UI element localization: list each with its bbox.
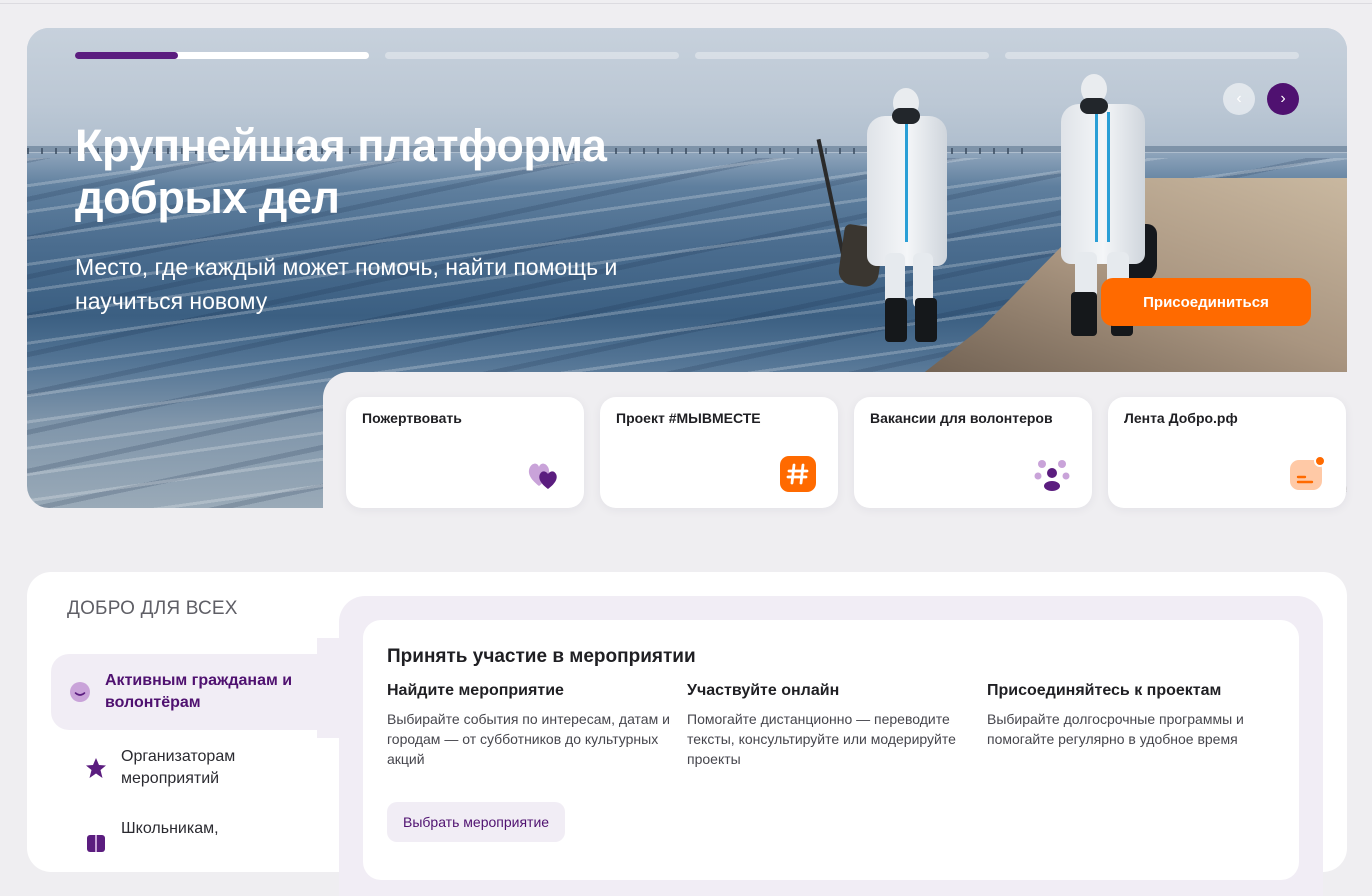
slide-progress-4[interactable] — [1005, 52, 1299, 59]
book-icon — [87, 835, 105, 852]
quick-link-feed[interactable]: Лента Добро.рф — [1108, 397, 1346, 508]
hero-title: Крупнейшая платформа добрых дел — [75, 120, 607, 223]
quick-link-vacancies[interactable]: Вакансии для волонтеров — [854, 397, 1092, 508]
sidebar-item-organizers[interactable]: Организаторам мероприятий — [51, 740, 337, 796]
quick-link-myvmeste[interactable]: Проект #МЫВМЕСТЕ — [600, 397, 838, 508]
quick-link-label: Лента Добро.рф — [1124, 410, 1238, 426]
feed-icon — [1290, 456, 1324, 490]
feature-text: Выбирайте события по интересам, датам и … — [387, 711, 670, 767]
feature-text: Помогайте дистанционно — переводите текс… — [687, 711, 956, 767]
sidebar-item-active-citizens[interactable]: Активным гражданам и волонтёрам — [51, 654, 337, 730]
panel-title: Принять участие в мероприятии — [387, 646, 696, 667]
choose-event-button[interactable]: Выбрать мероприятие — [387, 802, 566, 842]
join-button[interactable]: Присоединиться — [1101, 278, 1311, 326]
star-icon — [86, 758, 106, 778]
next-slide-button[interactable]: › — [1267, 83, 1299, 115]
sidebar-item-label: Школьникам, — [121, 820, 219, 837]
volunteer-figure — [816, 88, 959, 348]
quick-link-label: Вакансии для волонтеров — [870, 410, 1053, 426]
slide-progress-fill — [75, 52, 178, 59]
sidebar-item-label: Активным гражданам и волонтёрам — [105, 672, 293, 711]
feature-heading: Участвуйте онлайн — [687, 682, 840, 699]
chevron-left-icon: ‹ — [1236, 90, 1242, 107]
chevron-right-icon: › — [1280, 90, 1286, 107]
for-everyone-section: ДОБРО ДЛЯ ВСЕХ Активным гражданам и воло… — [27, 572, 1347, 896]
sidebar-item-label: Организаторам мероприятий — [121, 748, 236, 787]
quick-link-label: Проект #МЫВМЕСТЕ — [616, 410, 761, 426]
hero-subtitle: Место, где каждый может помочь, найти по… — [75, 254, 618, 314]
smile-icon — [70, 682, 90, 702]
top-divider — [0, 3, 1372, 4]
quick-link-donate[interactable]: Пожертвовать — [346, 397, 584, 508]
feature-column-find: Найдите мероприятие Выбирайте события по… — [387, 682, 677, 769]
feature-heading: Найдите мероприятие — [387, 682, 564, 699]
slide-progress-3[interactable] — [695, 52, 989, 59]
participate-panel: Принять участие в мероприятии Найдите ме… — [363, 620, 1299, 880]
feature-column-projects: Присоединяйтесь к проектам Выбирайте дол… — [987, 682, 1277, 749]
quick-link-label: Пожертвовать — [362, 410, 462, 426]
section-title: ДОБРО ДЛЯ ВСЕХ — [67, 598, 238, 619]
feature-column-online: Участвуйте онлайн Помогайте дистанционно… — [687, 682, 977, 769]
sidebar-item-schoolchildren[interactable]: Школьникам, — [51, 818, 337, 858]
hearts-icon — [528, 463, 557, 489]
prev-slide-button[interactable]: ‹ — [1223, 83, 1255, 115]
slide-progress-2[interactable] — [385, 52, 679, 59]
slide-progress-1[interactable] — [75, 52, 369, 59]
people-icon — [1034, 460, 1070, 491]
hashtag-icon — [780, 456, 816, 492]
feature-text: Выбирайте долгосрочные программы и помог… — [987, 711, 1244, 747]
feature-heading: Присоединяйтесь к проектам — [987, 682, 1222, 699]
